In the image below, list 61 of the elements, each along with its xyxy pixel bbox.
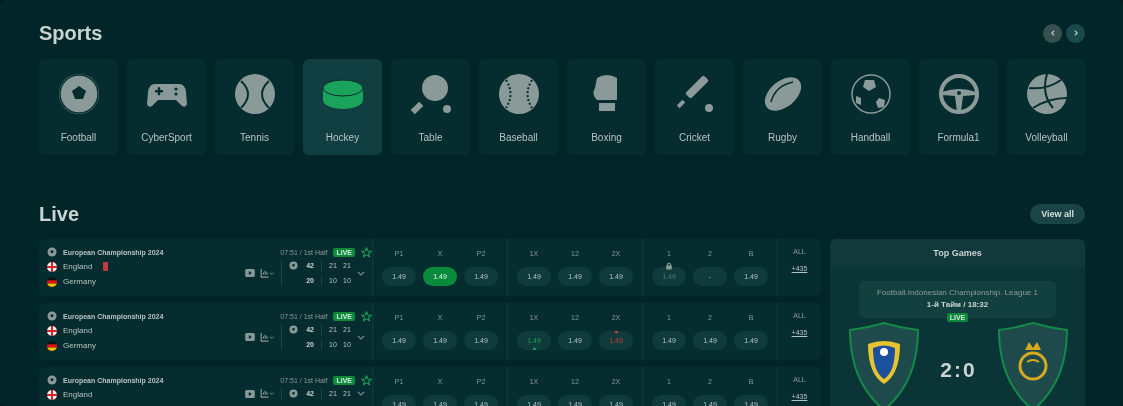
team-name: England <box>63 390 93 399</box>
panel-title: Top Games <box>830 239 1085 267</box>
soccer-ball-icon <box>289 325 298 334</box>
steering-wheel-icon <box>936 72 981 116</box>
chevron-down-icon[interactable] <box>357 270 365 276</box>
sport-tile[interactable]: Hockey <box>303 59 382 155</box>
stats-icon[interactable] <box>260 389 275 398</box>
table-tennis-paddle-icon <box>408 72 453 116</box>
arrow-down-icon <box>614 330 619 334</box>
chevron-down-icon[interactable] <box>357 334 365 340</box>
sport-tile[interactable]: Boxing <box>567 59 646 155</box>
star-icon[interactable] <box>361 374 372 386</box>
team-name: Germany <box>63 341 96 350</box>
star-icon[interactable] <box>361 310 372 322</box>
sport-tile[interactable]: Formula1 <box>919 59 998 155</box>
team-crest-icon <box>995 322 1071 406</box>
sport-tile[interactable]: Tennis <box>215 59 294 155</box>
stats-icon[interactable] <box>260 332 275 342</box>
england-flag-icon <box>47 261 57 272</box>
soccer-ball-icon <box>47 375 57 385</box>
soccer-ball-icon <box>56 72 101 116</box>
next-button[interactable] <box>1066 23 1085 43</box>
team-name: England <box>63 326 93 335</box>
video-icon[interactable] <box>245 269 255 277</box>
section-title: Sports <box>39 21 103 45</box>
soccer-ball-icon <box>47 247 57 257</box>
sport-tile[interactable]: Football <box>39 59 118 155</box>
view-all-button[interactable]: View all <box>1030 204 1085 224</box>
sport-tile[interactable]: CyberSport <box>127 59 206 155</box>
handball-icon <box>848 72 893 116</box>
volleyball-icon <box>1024 72 1069 116</box>
sport-tile[interactable]: Rugby <box>743 59 822 155</box>
soccer-ball-icon <box>47 311 57 321</box>
team-crest-icon <box>846 322 922 406</box>
team-name: England <box>63 262 93 271</box>
chevron-left-icon <box>1048 29 1057 37</box>
sport-tile[interactable]: Table <box>391 59 470 155</box>
germany-flag-icon <box>47 276 57 287</box>
sport-tile[interactable]: Volleyball <box>1007 59 1086 155</box>
england-flag-icon <box>47 389 57 400</box>
sport-tile[interactable]: Handball <box>831 59 910 155</box>
soccer-ball-icon <box>289 389 298 398</box>
england-flag-icon <box>47 325 57 336</box>
sport-tile[interactable]: Baseball <box>479 59 558 155</box>
section-title: Live <box>39 202 80 226</box>
star-icon[interactable] <box>361 246 372 258</box>
lock-icon <box>665 261 673 270</box>
league-name: Football.Indonesian Championship. League 1 <box>877 288 1038 297</box>
video-icon[interactable] <box>245 389 255 398</box>
match-period: 1-й Тайм / 18:32 <box>926 300 989 309</box>
match-score: 2:0 <box>940 358 977 382</box>
germany-flag-icon <box>47 340 57 351</box>
sport-tile[interactable]: Cricket <box>655 59 734 155</box>
stats-icon[interactable] <box>260 268 275 278</box>
team-name: Germany <box>63 277 96 286</box>
video-icon[interactable] <box>245 333 255 341</box>
tennis-ball-icon <box>232 72 277 116</box>
baseball-icon <box>496 72 541 116</box>
arrow-up-icon <box>532 346 537 350</box>
soccer-ball-icon <box>289 261 298 270</box>
chevron-down-icon[interactable] <box>357 391 365 396</box>
